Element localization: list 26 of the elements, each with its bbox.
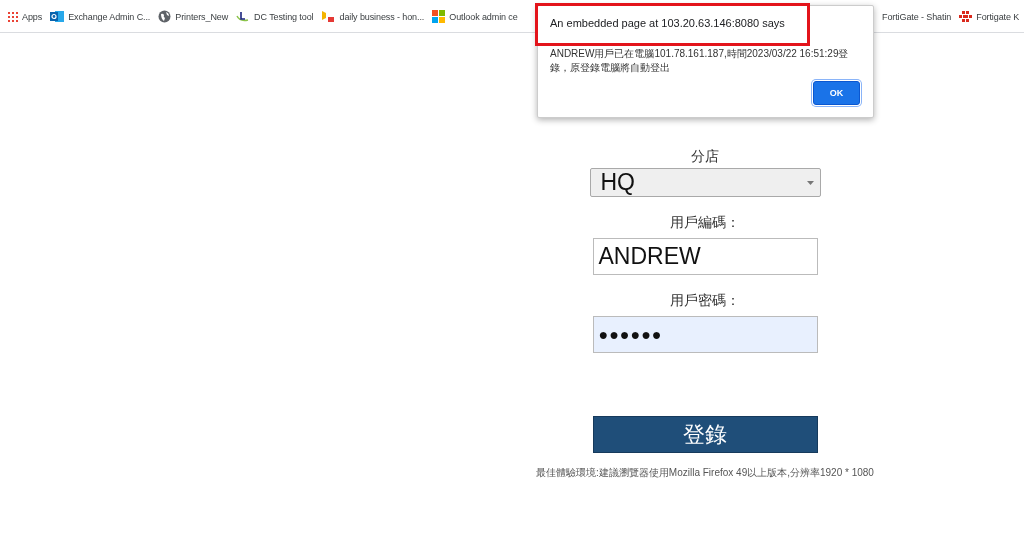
bookmark[interactable]: DC Testing tool <box>232 4 318 29</box>
bookmark[interactable]: Exchange Admin C... <box>46 4 155 29</box>
branch-dropdown[interactable]: HQ <box>589 168 821 197</box>
dialog-message: ANDREW用戶已在電腦101.78.161.187,時間2023/03/22 16:51:29登錄，原登錄電腦將自動登出 <box>549 47 850 75</box>
dropdown-caret-icon <box>806 180 814 185</box>
password-label: 用戶密碼： <box>670 292 740 310</box>
bookmark[interactable]: Fortigate K <box>955 4 1024 29</box>
letter-l-icon <box>236 10 251 23</box>
grid-logo-icon <box>959 10 973 23</box>
password-field[interactable]: ●●●●●● <box>592 316 818 353</box>
login-button[interactable]: 登錄 <box>592 416 818 453</box>
user-id-field[interactable]: ANDREW <box>592 238 818 275</box>
globe-icon <box>158 10 172 23</box>
bookmark[interactable]: Printers_New <box>154 4 233 29</box>
footer-note: 最佳體驗環境:建議瀏覽器使用Mozilla Firefox 49以上版本,分辨率1920 * 1080 <box>536 466 874 480</box>
apps-grid-icon <box>8 11 18 22</box>
ok-button[interactable]: OK <box>813 81 860 105</box>
branch-label: 分店 <box>691 148 719 166</box>
bookmark[interactable]: Apps <box>4 4 47 29</box>
dialog-title: An embedded page at 103.20.63.146:8080 says <box>538 6 807 43</box>
bookmark[interactable]: FortiGate - Shatin <box>878 4 956 29</box>
bookmark[interactable]: Outlook admin ce <box>428 4 522 29</box>
user-id-label: 用戶編碼： <box>670 214 740 232</box>
four-squares-icon <box>432 10 446 23</box>
mail-app-icon <box>50 10 65 23</box>
bookmark[interactable]: daily business - hon... <box>317 4 429 29</box>
